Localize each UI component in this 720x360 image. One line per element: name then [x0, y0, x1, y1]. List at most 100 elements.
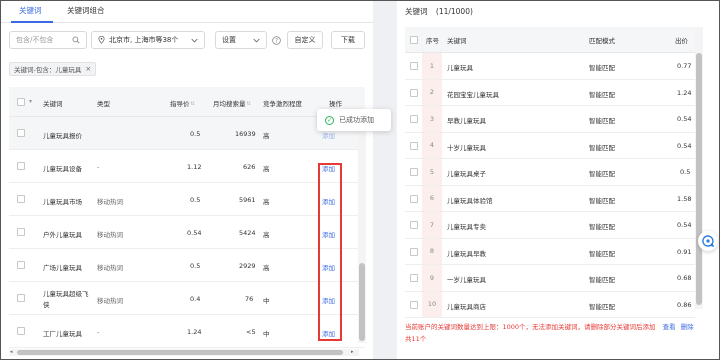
row-match[interactable]: 智能匹配	[589, 62, 615, 72]
scroll-left-icon[interactable]: ◂	[10, 349, 13, 355]
row-checkbox[interactable]	[410, 194, 418, 203]
tab-keyword-combos[interactable]: 关键词组合	[67, 5, 105, 16]
row-checkbox[interactable]	[410, 247, 418, 256]
active-tab-indicator	[11, 21, 53, 23]
close-icon[interactable]: ×	[85, 65, 91, 73]
row-volume: 5424	[239, 229, 256, 237]
header-keyword: 关键词	[447, 37, 467, 45]
row-checkbox[interactable]	[410, 168, 418, 176]
help-icon[interactable]: ?	[272, 36, 281, 45]
table-row: 儿童玩具设备 - 1.12 626 高 添加	[9, 150, 365, 183]
row-keyword: 儿童玩具报价	[43, 132, 82, 140]
table-vertical-scroll-thumb[interactable]	[359, 263, 365, 341]
table-row[interactable]: 儿童玩具报价 0.5 16939 高 添加	[9, 117, 365, 150]
table-horizontal-scroll-thumb[interactable]	[17, 350, 343, 355]
row-bid[interactable]: 0.91	[677, 248, 691, 256]
table-row: 儿童玩具超级飞侠 移动热词 0.4 76 中 添加	[9, 282, 365, 315]
row-index: 3	[422, 106, 442, 132]
chevron-down-icon	[191, 38, 198, 42]
row-match[interactable]: 智能匹配	[589, 115, 615, 125]
row-index: 5	[422, 159, 442, 185]
scroll-right-icon[interactable]: ▸	[351, 349, 354, 355]
selected-keywords-title: 关键词 (11/1000)	[405, 7, 473, 16]
row-bid[interactable]: 0.86	[677, 301, 691, 309]
row-bid[interactable]: 1.58	[677, 195, 691, 203]
row-checkbox[interactable]	[410, 141, 418, 150]
svg-text:?: ?	[275, 39, 278, 45]
add-column-highlight	[318, 163, 342, 341]
settings-select[interactable]: 设置	[215, 31, 267, 49]
panel-divider	[373, 1, 397, 359]
row-match[interactable]: 智能匹配	[589, 274, 615, 284]
view-link[interactable]: 查看	[663, 323, 676, 331]
row-checkbox[interactable]	[17, 327, 25, 335]
row-keyword: 儿童玩具市场	[43, 198, 82, 206]
row-bid[interactable]: 0.77	[677, 62, 691, 70]
row-checkbox[interactable]	[410, 300, 418, 309]
row-checkbox[interactable]	[410, 221, 418, 229]
chevron-down-icon[interactable]: ▾	[29, 98, 37, 106]
row-bid[interactable]: 0.54	[677, 142, 691, 150]
row-checkbox[interactable]	[17, 228, 25, 236]
custom-button[interactable]: 自定义	[287, 31, 323, 49]
include-filter-placeholder: 包含/不包含	[16, 36, 54, 44]
row-volume: 76	[245, 295, 254, 303]
row-checkbox[interactable]	[410, 88, 418, 97]
row-checkbox[interactable]	[17, 294, 25, 302]
chevron-down-icon	[253, 38, 260, 42]
row-checkbox[interactable]	[17, 129, 25, 137]
settings-label: 设置	[222, 36, 236, 44]
search-icon[interactable]	[72, 36, 80, 44]
customer-service-button[interactable]	[698, 231, 718, 251]
row-match[interactable]: 智能匹配	[589, 195, 615, 205]
selected-table-header: 序号 关键词 匹配模式 出价	[405, 27, 695, 53]
header-price[interactable]: 指导价⇅	[170, 98, 195, 108]
row-checkbox[interactable]	[410, 115, 418, 123]
row-checkbox[interactable]	[410, 274, 418, 282]
header-volume[interactable]: 月均搜索量⇅	[213, 98, 251, 108]
row-price: 0.54	[187, 229, 202, 237]
row-price: 1.12	[187, 163, 202, 171]
table-row: 7 儿童玩具专卖 智能匹配 0.54	[405, 212, 695, 239]
sort-icon: ⇅	[246, 101, 251, 107]
selected-table-scroll-thumb[interactable]	[696, 53, 702, 305]
row-match[interactable]: 智能匹配	[589, 221, 615, 231]
row-checkbox[interactable]	[410, 62, 418, 70]
row-match[interactable]: 智能匹配	[589, 301, 615, 311]
check-circle-icon: ✓	[325, 115, 334, 125]
row-bid[interactable]: 1.24	[677, 89, 691, 97]
row-match[interactable]: 智能匹配	[589, 142, 615, 152]
row-competition: 高	[263, 264, 270, 272]
download-button[interactable]: 下载	[331, 31, 365, 49]
row-checkbox[interactable]	[17, 261, 25, 269]
row-index: 4	[422, 132, 442, 158]
row-checkbox[interactable]	[17, 162, 25, 170]
add-button[interactable]: 添加	[322, 130, 335, 140]
select-all-checkbox[interactable]	[17, 98, 25, 106]
row-bid[interactable]: 0.54	[677, 115, 691, 123]
table-row: 户外儿童玩具 移动热词 0.54 5424 高 添加	[9, 216, 365, 249]
region-select[interactable]: 北京市, 上海市等38个	[91, 31, 205, 49]
row-match[interactable]: 智能匹配	[589, 168, 615, 178]
table-row: 6 儿童玩具体验馆 智能匹配 1.58	[405, 185, 695, 212]
row-competition: 高	[263, 231, 270, 239]
row-index: 2	[422, 79, 442, 105]
warning-text: 当前账户的关键词数量达到上限：1000个，无法添加关键词，请删除部分关键词后添加	[405, 323, 656, 331]
row-match[interactable]: 智能匹配	[589, 89, 615, 99]
tab-keywords[interactable]: 关键词	[19, 5, 42, 16]
row-bid[interactable]: 0.5	[680, 168, 690, 176]
row-competition: 高	[263, 165, 270, 173]
active-filter-label: 关键词-包含：儿童玩具	[14, 66, 82, 74]
header-action: 操作	[329, 100, 342, 108]
row-match[interactable]: 智能匹配	[589, 248, 615, 258]
row-price: 0.5	[190, 262, 201, 270]
include-filter-input[interactable]: 包含/不包含	[9, 31, 87, 49]
filter-bar: 包含/不包含 北京市, 上海市等38个 设置 ? 自定义 下载	[1, 31, 373, 51]
table-row: 5 儿童玩具桌子 智能匹配 0.5	[405, 159, 695, 186]
header-match: 匹配模式	[589, 37, 615, 45]
row-bid[interactable]: 0.68	[677, 274, 691, 282]
row-bid[interactable]: 0.54	[677, 221, 691, 229]
row-checkbox[interactable]	[17, 195, 25, 203]
select-all-checkbox[interactable]	[410, 36, 418, 44]
delete-link[interactable]: 删除	[681, 323, 694, 331]
